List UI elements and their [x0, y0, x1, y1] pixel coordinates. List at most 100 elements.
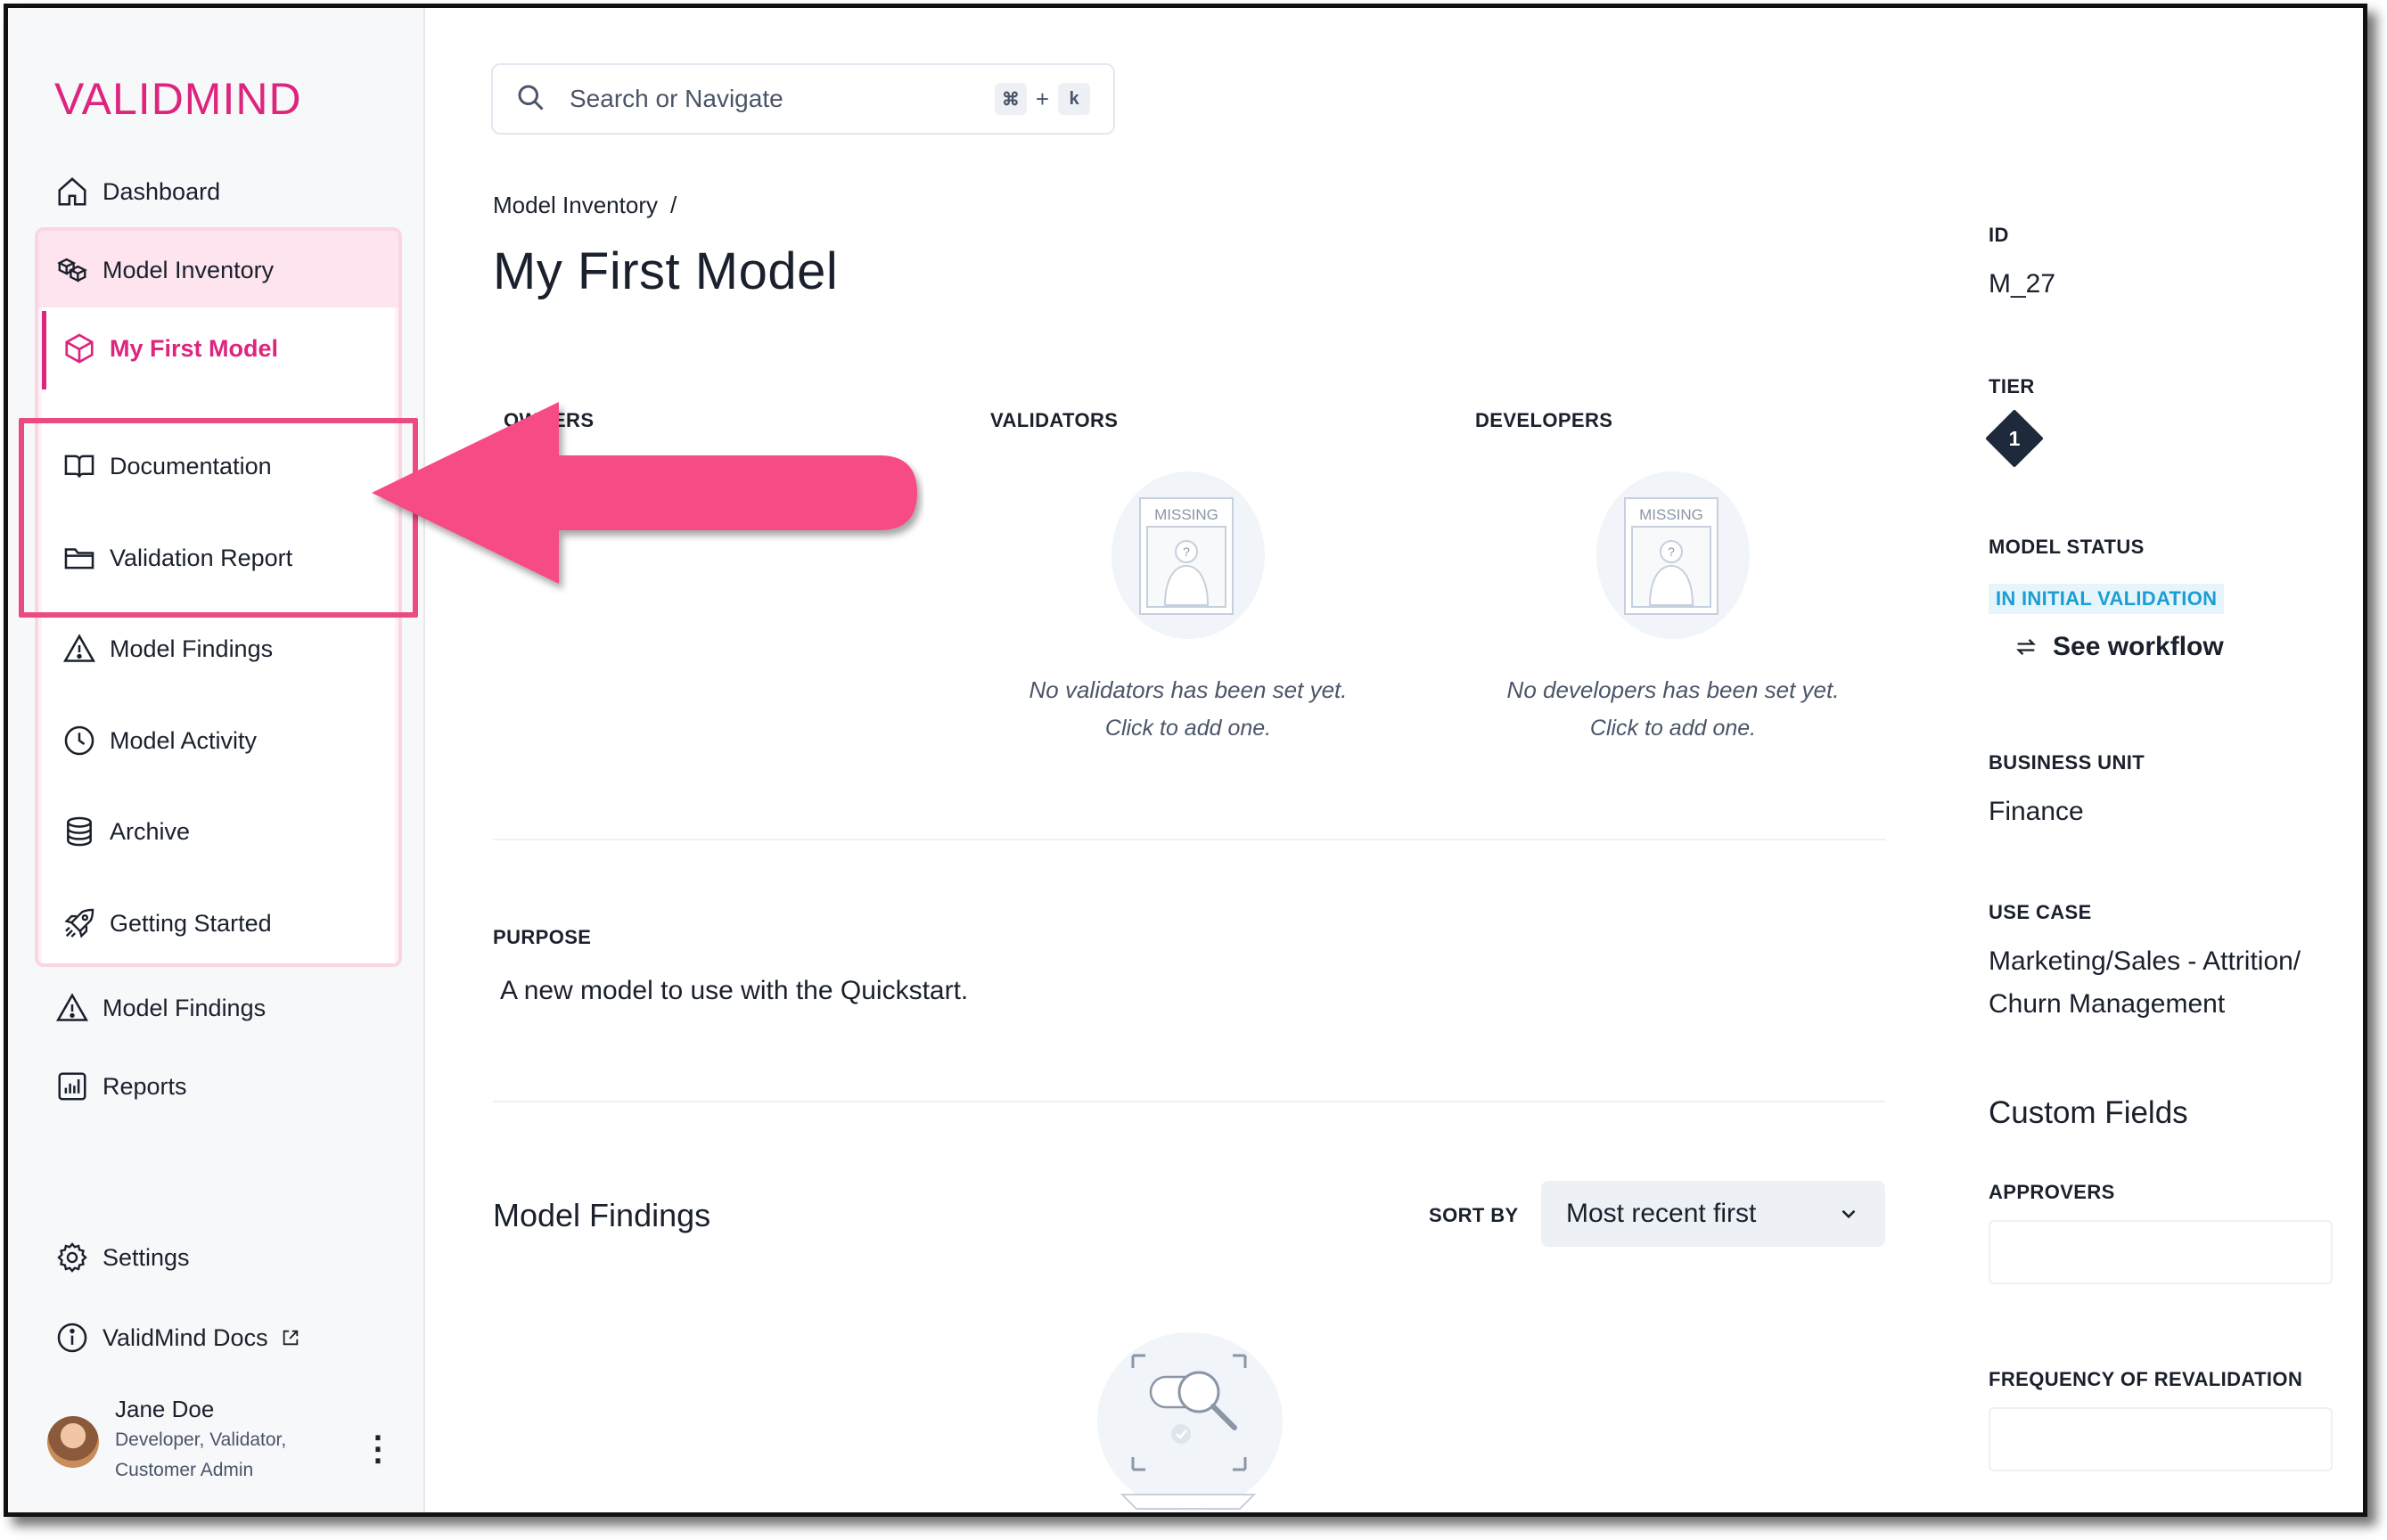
rocket-icon: [62, 905, 97, 941]
chevron-down-icon: [1837, 1202, 1860, 1225]
section-divider: [493, 1101, 1885, 1102]
shortcut-cmd-key: ⌘: [994, 83, 1027, 115]
breadcrumb-separator: /: [669, 192, 677, 218]
nav-dashboard-label: Dashboard: [103, 177, 221, 205]
nav-my-first-model[interactable]: My First Model: [62, 331, 278, 366]
tier-value: 1: [2009, 427, 2021, 450]
id-value: M_27: [1989, 269, 2056, 299]
user-profile[interactable]: Jane Doe Developer, Validator, Customer …: [47, 1393, 286, 1486]
missing-tag: MISSING: [1154, 506, 1218, 523]
page-title: My First Model: [493, 242, 839, 300]
sort-select[interactable]: Most recent first: [1541, 1181, 1885, 1247]
user-role-line2: Customer Admin: [115, 1460, 254, 1480]
nav-reports-label: Reports: [103, 1072, 187, 1100]
shortcut-plus: +: [1035, 85, 1049, 112]
developers-add-link[interactable]: Click to add one.: [1441, 716, 1905, 741]
purpose-text[interactable]: A new model to use with the Quickstart.: [500, 976, 968, 1006]
breadcrumb: Model Inventory /: [493, 192, 677, 219]
tier-label: TIER: [1989, 375, 2035, 397]
missing-question-mark: ?: [1183, 545, 1190, 559]
swap-arrows-icon: [2014, 635, 2038, 659]
user-name: Jane Doe: [115, 1396, 215, 1422]
breadcrumb-model-inventory[interactable]: Model Inventory: [493, 192, 658, 218]
home-icon: [54, 174, 90, 209]
user-role-line1: Developer, Validator,: [115, 1429, 287, 1450]
model-status-label: MODEL STATUS: [1989, 536, 2145, 558]
missing-tag: MISSING: [1639, 506, 1703, 523]
nav-model-findings-sub[interactable]: Model Findings: [62, 631, 273, 667]
see-workflow-link[interactable]: See workflow: [2014, 632, 2224, 662]
purpose-label: PURPOSE: [493, 926, 592, 948]
validmind-logo[interactable]: VALIDMIND: [54, 72, 304, 126]
nav-model-findings-sub-label: Model Findings: [110, 635, 274, 662]
business-unit-label: BUSINESS UNIT: [1989, 751, 2145, 774]
clock-icon: [62, 723, 97, 758]
database-icon: [62, 814, 97, 849]
cube-icon: [62, 331, 97, 366]
search-bar[interactable]: Search or Navigate ⌘ + k: [491, 63, 1115, 135]
business-unit-value: Finance: [1989, 797, 2084, 826]
see-workflow-label: See workflow: [2053, 632, 2224, 661]
warning-triangle-icon: [54, 990, 90, 1026]
custom-fields-title: Custom Fields: [1989, 1095, 2188, 1130]
nav-model-findings-label: Model Findings: [103, 994, 267, 1021]
nav-model-inventory[interactable]: Model Inventory: [54, 252, 274, 288]
nav-settings[interactable]: Settings: [54, 1240, 190, 1275]
external-link-icon: [281, 1328, 300, 1348]
warning-triangle-icon: [62, 631, 97, 667]
app-window: VALIDMIND Dashboard Model Inventory My F…: [4, 4, 2367, 1517]
status-badge: IN INITIAL VALIDATION: [1989, 584, 2225, 614]
cubes-icon: [54, 252, 90, 288]
nav-validmind-docs-label: ValidMind Docs: [103, 1323, 268, 1351]
nav-validmind-docs[interactable]: ValidMind Docs: [54, 1320, 300, 1356]
sort-select-value: Most recent first: [1566, 1199, 1757, 1228]
validators-empty-message: No validators has been set yet.: [1029, 676, 1348, 703]
frequency-field[interactable]: [1989, 1407, 2333, 1471]
frequency-label: FREQUENCY OF REVALIDATION: [1989, 1368, 2303, 1390]
approvers-label: APPROVERS: [1989, 1181, 2115, 1203]
use-case-label: USE CASE: [1989, 901, 2092, 923]
validators-label: VALIDATORS: [990, 409, 1119, 431]
user-info: Jane Doe Developer, Validator, Customer …: [115, 1393, 286, 1486]
sidebar: VALIDMIND Dashboard Model Inventory My F…: [8, 8, 425, 1512]
nav-getting-started-label: Getting Started: [110, 909, 272, 937]
use-case-value-line1: Marketing/Sales - Attrition/: [1989, 946, 2301, 976]
validators-missing-illustration[interactable]: MISSING ?: [1106, 466, 1267, 644]
logo-mark: VALIDMIND: [54, 77, 302, 121]
info-circle-icon: [54, 1320, 90, 1356]
nav-archive[interactable]: Archive: [62, 814, 190, 849]
logo-wordmark: VALIDMIND: [54, 77, 302, 121]
avatar: [47, 1416, 99, 1468]
id-label: ID: [1989, 224, 2009, 246]
shortcut-k-key: k: [1058, 83, 1090, 115]
validators-add-link[interactable]: Click to add one.: [956, 716, 1420, 741]
use-case-value-line2: Churn Management: [1989, 989, 2226, 1019]
nav-model-findings[interactable]: Model Findings: [54, 990, 266, 1026]
nav-my-first-model-label: My First Model: [110, 334, 279, 362]
findings-empty-illustration: [1087, 1323, 1292, 1512]
model-findings-title: Model Findings: [493, 1197, 711, 1233]
annotation-arrow: [372, 402, 917, 584]
kebab-menu-icon[interactable]: ⋮: [361, 1432, 395, 1466]
developers-empty-message: No developers has been set yet.: [1506, 676, 1840, 703]
nav-reports[interactable]: Reports: [54, 1069, 187, 1104]
nav-model-activity-label: Model Activity: [110, 726, 258, 754]
nav-archive-label: Archive: [110, 817, 191, 845]
approvers-field[interactable]: [1989, 1220, 2333, 1284]
search-input[interactable]: Search or Navigate: [570, 85, 995, 113]
annotation-highlight-box: [19, 418, 418, 618]
gear-icon: [54, 1240, 90, 1275]
nav-model-inventory-label: Model Inventory: [103, 256, 275, 283]
nav-getting-started[interactable]: Getting Started: [62, 905, 272, 941]
search-icon: [514, 81, 550, 117]
missing-question-mark: ?: [1668, 545, 1675, 559]
nav-model-activity[interactable]: Model Activity: [62, 723, 257, 758]
tier-badge[interactable]: 1: [1985, 409, 2044, 468]
nav-settings-label: Settings: [103, 1243, 190, 1271]
section-divider: [493, 839, 1885, 840]
developers-missing-illustration[interactable]: MISSING ?: [1591, 466, 1751, 644]
sort-by-label: SORT BY: [1429, 1204, 1519, 1226]
nav-dashboard[interactable]: Dashboard: [54, 174, 220, 209]
developers-label: DEVELOPERS: [1475, 409, 1613, 431]
bar-chart-icon: [54, 1069, 90, 1104]
